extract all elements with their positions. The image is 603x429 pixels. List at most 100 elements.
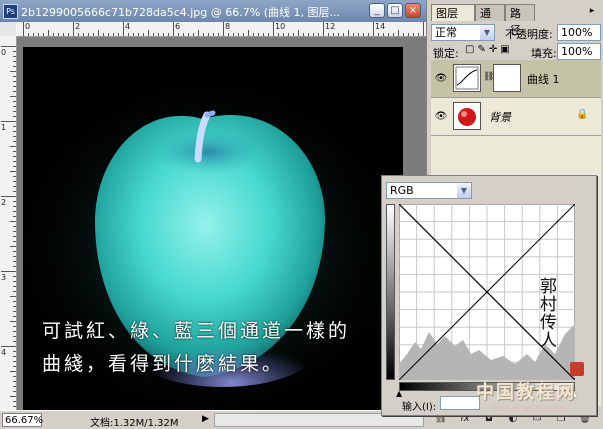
ruler-tick <box>13 201 16 202</box>
ruler-tick <box>28 33 29 36</box>
ruler-tick <box>93 33 94 36</box>
layer-name-curves: 曲线 1 <box>527 73 560 86</box>
photoshop-icon: Ps <box>3 4 18 19</box>
ruler-tick <box>13 401 16 402</box>
ruler-tick <box>10 96 16 97</box>
input-field[interactable] <box>440 396 480 410</box>
ruler-tick <box>13 61 16 62</box>
ruler-tick <box>13 206 16 207</box>
ruler-tick <box>13 376 16 377</box>
ruler-tick <box>13 226 16 227</box>
ruler-tick <box>168 33 169 36</box>
ruler-tick <box>13 156 16 157</box>
ruler-tick <box>133 33 134 36</box>
ruler-tick <box>13 181 16 182</box>
blend-mode-value: 正常 <box>435 26 457 39</box>
curve-icon <box>455 66 479 90</box>
ruler-tick <box>398 30 399 36</box>
layer-row-curves[interactable]: 👁 ⛓ 曲线 1 <box>431 60 601 98</box>
opacity-field[interactable]: 100% <box>557 24 601 41</box>
document-title-bar[interactable]: Ps 2b1299005666c71b728da5c4.jpg @ 66.7% … <box>0 0 426 22</box>
ruler-tick <box>278 33 279 36</box>
blend-mode-select[interactable]: 正常 ▼ <box>431 24 495 41</box>
ruler-tick <box>13 366 16 367</box>
ruler-tick <box>1 271 16 272</box>
ruler-origin[interactable] <box>0 22 17 37</box>
horizontal-ruler[interactable]: 0246810121416 <box>16 22 426 37</box>
calligraphy-signature: 郭村传人 <box>540 277 557 351</box>
ruler-tick <box>213 33 214 36</box>
tab-channels[interactable]: 通道 <box>475 4 505 37</box>
lock-transparent-icon[interactable]: ▢ <box>465 44 477 55</box>
fill-field[interactable]: 100% <box>557 43 601 60</box>
red-seal-stamp <box>570 362 584 376</box>
ruler-tick <box>1 121 16 122</box>
close-button[interactable]: × <box>405 3 421 18</box>
status-menu-arrow-icon[interactable]: ▶ <box>202 414 209 424</box>
ruler-tick <box>143 33 144 36</box>
channel-select[interactable]: RGB ▼ <box>386 182 472 199</box>
tab-layers[interactable]: 图层 <box>431 4 475 21</box>
ruler-tick <box>323 22 324 36</box>
ruler-tick <box>13 241 16 242</box>
ruler-tick <box>48 30 49 36</box>
ruler-tick <box>13 106 16 107</box>
ruler-tick <box>13 101 16 102</box>
ruler-tick <box>13 56 16 57</box>
lock-brush-icon[interactable]: ✎ <box>477 44 488 55</box>
layer-row-background[interactable]: 👁 背景 🔒 <box>431 98 601 136</box>
ruler-tick <box>10 396 16 397</box>
ruler-tick <box>273 22 274 36</box>
ruler-tick <box>58 33 59 36</box>
maximize-button[interactable]: □ <box>387 3 403 18</box>
ruler-tick <box>308 33 309 36</box>
ruler-tick <box>13 161 16 162</box>
zoom-field[interactable]: 66.67% <box>2 413 43 427</box>
ruler-tick <box>123 22 124 36</box>
ruler-tick <box>203 33 204 36</box>
ruler-number: 4 <box>1 348 7 357</box>
ruler-tick <box>10 321 16 322</box>
lock-icons[interactable]: ▢✎✛▣ <box>465 44 513 55</box>
ruler-tick <box>313 33 314 36</box>
ruler-tick <box>13 311 16 312</box>
ruler-number: 4 <box>125 22 131 31</box>
ruler-tick <box>108 33 109 36</box>
ruler-tick <box>23 22 24 36</box>
ruler-tick <box>193 33 194 36</box>
ruler-tick <box>13 361 16 362</box>
ruler-number: 0 <box>25 22 31 31</box>
ruler-tick <box>103 33 104 36</box>
ruler-tick <box>238 33 239 36</box>
vertical-ruler[interactable]: 0 1 2 3 4 <box>0 36 17 417</box>
minimize-button[interactable]: _ <box>369 3 385 18</box>
panel-menu-icon[interactable]: ▸ <box>585 6 599 18</box>
ruler-tick <box>268 33 269 36</box>
ruler-tick <box>333 33 334 36</box>
lock-move-icon[interactable]: ✛ <box>489 44 500 55</box>
ruler-tick <box>10 221 16 222</box>
ruler-tick <box>13 276 16 277</box>
ruler-tick <box>118 33 119 36</box>
ruler-tick <box>1 346 16 347</box>
ruler-tick <box>13 191 16 192</box>
eye-icon[interactable]: 👁 <box>433 111 449 123</box>
eye-icon[interactable]: 👁 <box>433 73 449 85</box>
ruler-tick <box>303 33 304 36</box>
lock-all-icon[interactable]: ▣ <box>500 44 512 55</box>
tab-paths[interactable]: 路径 <box>505 4 535 37</box>
document-size-info[interactable]: 文档:1.32M/1.32M <box>90 414 179 429</box>
chevron-down-icon: ▼ <box>480 25 494 40</box>
ruler-tick <box>198 30 199 36</box>
ruler-tick <box>188 33 189 36</box>
ruler-tick <box>13 166 16 167</box>
ruler-tick <box>163 33 164 36</box>
document-window: Ps 2b1299005666c71b728da5c4.jpg @ 66.7% … <box>0 0 426 429</box>
ruler-tick <box>13 386 16 387</box>
black-point-slider-icon[interactable]: ▲ <box>396 389 402 398</box>
ruler-tick <box>13 81 16 82</box>
ruler-number: 14 <box>375 22 386 31</box>
ruler-tick <box>13 331 16 332</box>
ruler-number: 0 <box>1 48 7 57</box>
layer-mask-thumbnail[interactable] <box>493 64 521 92</box>
